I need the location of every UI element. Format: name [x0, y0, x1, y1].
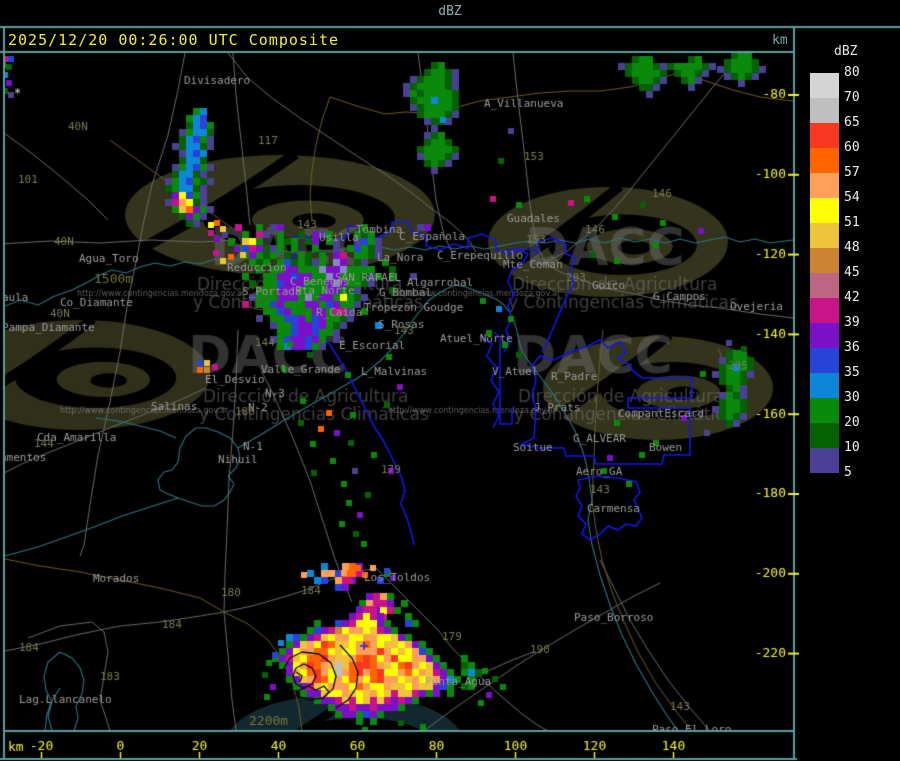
legend-swatch — [810, 123, 839, 148]
legend-swatch — [810, 448, 839, 473]
legend-label: 36 — [844, 340, 860, 355]
timestamp: 2025/12/20 00:26:00 UTC Composite — [8, 31, 340, 49]
legend-label: 70 — [844, 90, 860, 105]
legend-swatch — [810, 173, 839, 198]
dbz-legend: dBZ 80 70 65 60 57 54 51 48 45 42 39 36 35 30 20 10 5 — [798, 0, 900, 761]
legend-swatch — [810, 148, 839, 173]
legend-label: 57 — [844, 165, 860, 180]
legend-label: 10 — [844, 440, 860, 455]
legend-swatch — [810, 323, 839, 348]
legend-swatch — [810, 73, 839, 98]
legend-swatch — [810, 373, 839, 398]
legend-label: 5 — [844, 465, 852, 480]
legend-label: 51 — [844, 215, 860, 230]
radar-map-canvas — [0, 0, 900, 761]
legend-swatch — [810, 398, 839, 423]
legend-label: 35 — [844, 365, 860, 380]
legend-swatch — [810, 248, 839, 273]
page-title: dBZ — [438, 4, 462, 19]
legend-label: 80 — [844, 65, 860, 80]
legend-swatch — [810, 273, 839, 298]
legend-label: 45 — [844, 265, 860, 280]
legend-swatch — [810, 298, 839, 323]
legend-label: 30 — [844, 390, 860, 405]
legend-label: 20 — [844, 415, 860, 430]
legend-label: 42 — [844, 290, 860, 305]
legend-swatch — [810, 198, 839, 223]
legend-swatch — [810, 348, 839, 373]
legend-label: 48 — [844, 240, 860, 255]
legend-label: 39 — [844, 315, 860, 330]
legend-label: 54 — [844, 190, 860, 205]
legend-swatch — [810, 223, 839, 248]
legend-title: dBZ — [834, 44, 858, 59]
legend-swatch — [810, 98, 839, 123]
legend-label: 65 — [844, 115, 860, 130]
legend-label: 60 — [844, 140, 860, 155]
top-axis-unit-label: km — [772, 33, 788, 48]
legend-swatch — [810, 423, 839, 448]
